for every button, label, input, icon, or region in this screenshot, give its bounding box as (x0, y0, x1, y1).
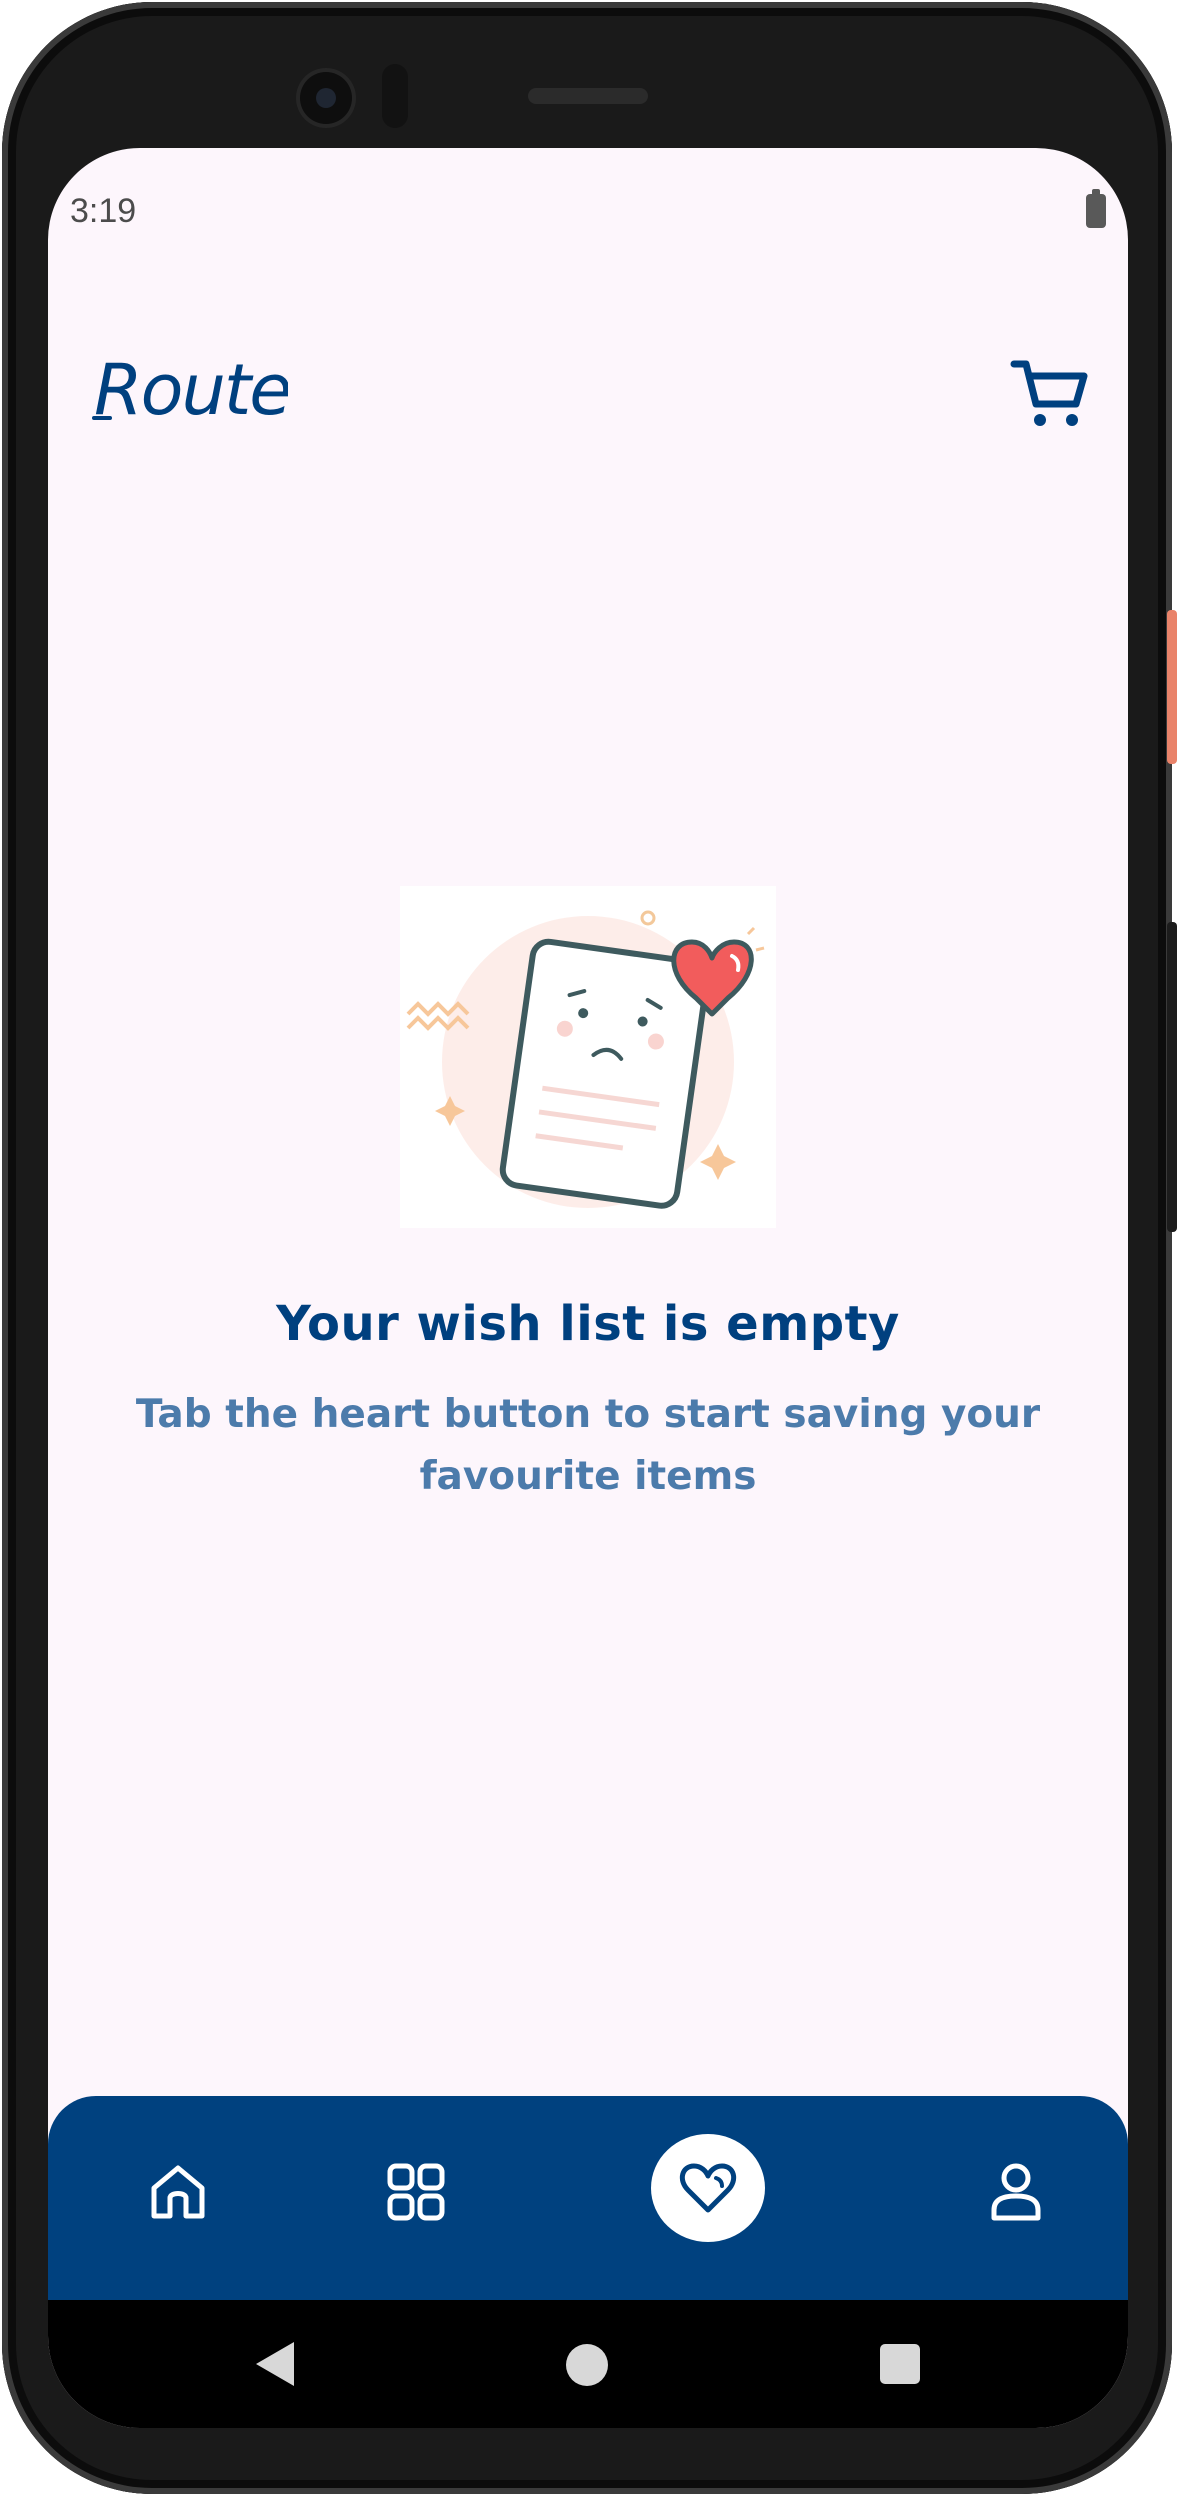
home-icon (151, 2165, 205, 2219)
nav-wishlist[interactable] (651, 2134, 765, 2242)
app-screen: 3:19 Route Your wish list is empty Tab t… (48, 148, 1128, 2428)
earpiece-speaker (528, 88, 648, 104)
power-button (1167, 610, 1177, 764)
logo-text: Route (94, 350, 288, 430)
back-icon[interactable] (256, 2342, 294, 2386)
empty-message: Tab the heart button to start saving you… (135, 1392, 1041, 1499)
nav-categories[interactable] (360, 2136, 472, 2248)
front-camera (300, 72, 352, 124)
battery-icon (1086, 189, 1106, 228)
empty-wishlist-illustration (400, 886, 776, 1228)
user-icon (991, 2163, 1041, 2221)
route-logo: Route (88, 349, 292, 431)
recents-icon[interactable] (880, 2344, 920, 2384)
cart-button[interactable] (1010, 356, 1090, 432)
status-time: 3:19 (70, 192, 137, 230)
home-circle-icon[interactable] (566, 2344, 608, 2386)
system-navigation-bar (48, 2300, 1128, 2428)
cart-icon (1010, 360, 1088, 426)
empty-title: Your wish list is empty (276, 1296, 900, 1352)
grid-icon (387, 2163, 445, 2221)
proximity-sensor (382, 64, 408, 128)
heart-icon (679, 2163, 737, 2213)
phone-frame: 3:19 Route Your wish list is empty Tab t… (2, 2, 1177, 2494)
bottom-navigation (48, 2096, 1128, 2300)
nav-profile[interactable] (960, 2136, 1072, 2248)
volume-button (1167, 922, 1177, 1232)
nav-home[interactable] (122, 2136, 234, 2248)
